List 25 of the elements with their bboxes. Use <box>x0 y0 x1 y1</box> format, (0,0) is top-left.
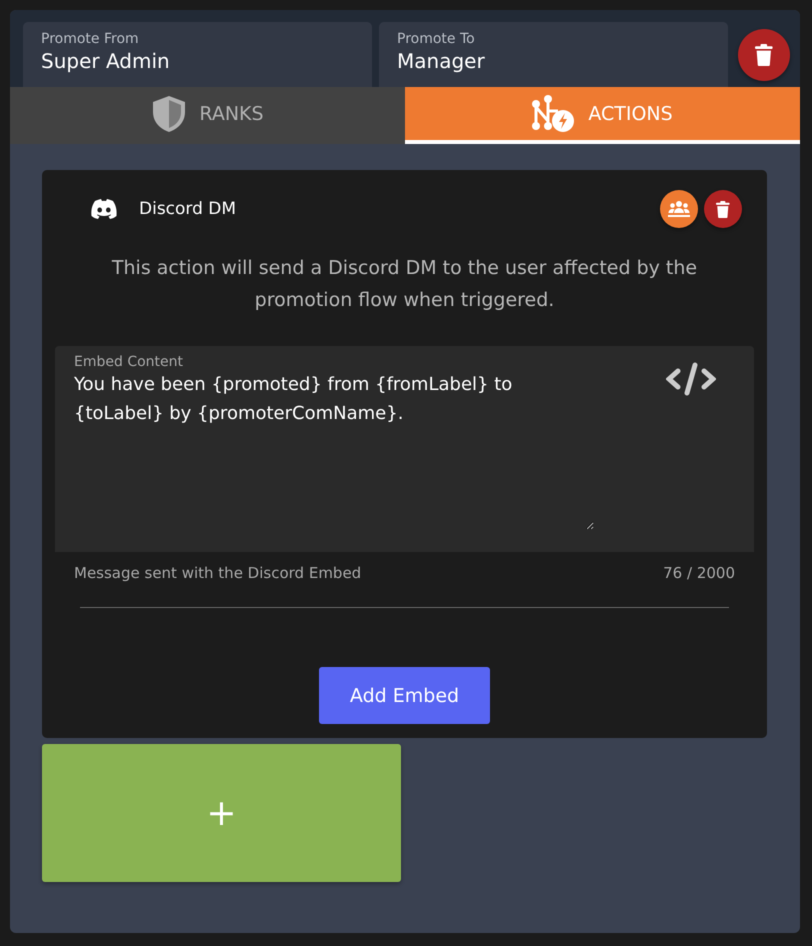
field-label: Promote From <box>41 31 140 47</box>
field-value: Manager <box>397 49 486 73</box>
delete-button[interactable] <box>738 28 790 80</box>
add-embed-button[interactable]: Add Embed <box>319 667 490 724</box>
helper-text: Message sent with the Discord Embed <box>74 564 362 582</box>
trash-icon <box>716 200 730 218</box>
tab[interactable]: RANKS <box>10 87 405 144</box>
trash-icon <box>755 44 773 66</box>
embed-text[interactable]: You have been {promoted} from {fromLabel} to {toLabel} by {promoterComName}. <box>74 370 594 530</box>
discord-icon <box>91 199 117 219</box>
embed-content-field[interactable]: Embed Content You have been {promoted} from {fromLabel} to {toLabel} by {promoterComName}. <box>55 346 754 552</box>
action-description: This action will send a Discord DM to the user affected by the promotion flow when triggered. <box>110 256 698 313</box>
code-icon <box>666 362 716 396</box>
character-counter: 76 / 2000 <box>663 564 735 582</box>
field-value: Super Admin <box>41 49 171 73</box>
select-field[interactable]: Promote From Super Admin <box>23 22 372 87</box>
flow-icon <box>532 94 576 132</box>
action-title: Discord DM <box>139 199 238 219</box>
delete-button[interactable] <box>704 190 742 228</box>
select-field[interactable]: Promote To Manager <box>379 22 728 87</box>
users-icon <box>668 200 690 218</box>
users-button[interactable] <box>660 190 698 228</box>
field-label: Promote To <box>397 31 476 47</box>
shield-icon <box>151 94 188 132</box>
field-label: Embed Content <box>74 354 184 370</box>
